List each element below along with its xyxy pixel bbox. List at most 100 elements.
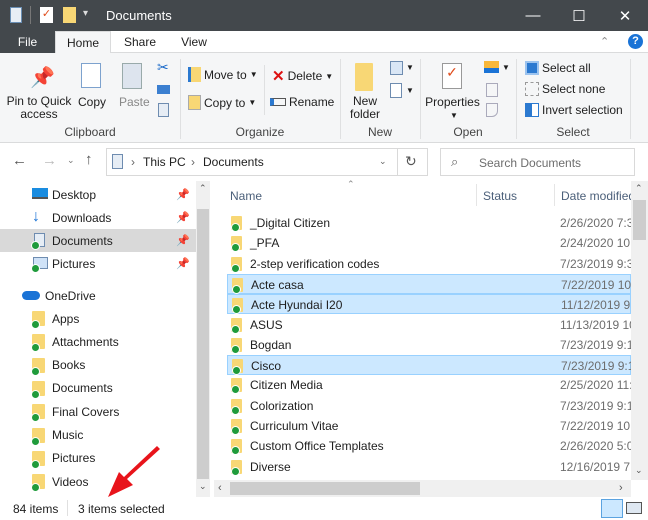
back-button[interactable]: ← [12,152,27,169]
new-folder-qat-icon[interactable] [63,7,76,23]
file-row[interactable]: Diverse 12/16/2019 7:2 [227,457,631,477]
nav-item-onedrive[interactable]: OneDrive [0,284,196,307]
tab-file[interactable]: File [0,31,55,53]
file-row[interactable]: ASUS 11/13/2019 10 [227,315,631,335]
scrollbar-thumb[interactable] [197,209,209,479]
minimize-button[interactable]: — [510,0,556,31]
nav-scrollbar[interactable]: ⌃ ⌄ [196,181,210,497]
close-button[interactable]: ✕ [602,0,648,31]
new-folder-button[interactable]: New folder [346,95,384,121]
file-row[interactable]: Custom Office Templates 2/26/2020 5:01 [227,436,631,456]
nav-item-onedrive-folder[interactable]: Music [0,424,196,447]
nav-item-documents[interactable]: Documents 📌 [0,229,196,252]
scroll-right-icon[interactable]: › [619,482,623,494]
recent-locations-button[interactable]: ⌄ [67,155,75,166]
select-all-button[interactable]: Select all [525,61,591,75]
breadcrumb-separator[interactable]: › [191,155,195,169]
nav-item-onedrive-folder[interactable]: Final Covers [0,400,196,423]
copy-to-button[interactable]: Copy to ▼ [188,95,256,110]
sync-check-icon [231,466,240,476]
pin-icon[interactable]: 📌 [176,257,190,270]
pin-to-quick-access-button[interactable]: Pin to Quick access [4,95,74,121]
file-row[interactable]: Colorization 7/23/2019 9:14 [227,396,631,416]
nav-item-onedrive-folder[interactable]: Pictures [0,447,196,470]
refresh-icon[interactable]: ↻ [405,153,417,170]
file-row[interactable]: 2-step verification codes 7/23/2019 9:35 [227,254,631,274]
tab-share[interactable]: Share [112,31,168,53]
column-header-status[interactable]: Status [483,189,517,203]
invert-selection-icon [525,103,539,117]
history-icon[interactable] [486,103,498,117]
properties-qat-icon[interactable]: ✓ [40,7,53,23]
nav-item-onedrive-folder[interactable]: Videos [0,470,196,493]
details-view-button[interactable] [601,499,623,518]
nav-item-downloads[interactable]: ↓ Downloads 📌 [0,206,196,229]
copy-path-icon[interactable] [157,85,170,94]
nav-item-onedrive-folder[interactable]: Apps [0,307,196,330]
delete-button[interactable]: ✕ Delete ▼ [272,67,333,85]
scroll-left-icon[interactable]: ‹ [218,482,222,494]
breadcrumb-separator[interactable]: › [131,155,135,169]
breadcrumb-this-pc[interactable]: This PC [143,155,186,169]
sort-ascending-icon: ⌃ [347,179,355,189]
properties-button[interactable]: Properties [425,95,480,109]
rename-button[interactable]: Rename [270,95,334,109]
copy-button[interactable]: Copy [78,95,106,109]
list-vertical-scrollbar[interactable]: ⌃ ⌄ [631,181,648,480]
paste-shortcut-icon[interactable] [158,103,169,117]
large-icons-view-button[interactable] [626,502,642,514]
pin-icon[interactable]: 📌 [176,211,190,224]
file-row[interactable]: Acte casa 7/22/2019 10:5 [227,273,632,294]
nav-item-desktop[interactable]: Desktop 📌 [0,183,196,206]
list-horizontal-scrollbar[interactable]: ‹ › [214,480,631,497]
column-header-name[interactable]: Name [230,189,262,203]
pin-icon[interactable]: 📌 [176,234,190,247]
open-icon[interactable] [484,61,499,73]
maximize-button[interactable]: ☐ [556,0,602,31]
move-to-button[interactable]: Move to ▼ [188,67,258,82]
nav-item-pictures[interactable]: Pictures 📌 [0,252,196,275]
tab-home[interactable]: Home [55,31,111,54]
pin-icon[interactable]: 📌 [176,188,190,201]
scrollbar-thumb[interactable] [633,200,646,240]
nav-label: Documents [52,233,113,248]
search-input[interactable]: Search Documents [479,156,581,170]
file-row[interactable]: Acte Hyundai I20 11/12/2019 9:1 [227,294,632,315]
forward-button[interactable]: → [42,152,57,169]
item-count: 84 items [13,502,59,516]
nav-item-onedrive-folder[interactable]: Attachments [0,330,196,353]
nav-item-onedrive-folder[interactable]: Books [0,354,196,377]
cut-icon[interactable]: ✂ [157,59,169,76]
file-row[interactable]: _Digital Citizen 2/26/2020 7:34 [227,213,631,233]
column-header-date-modified[interactable]: Date modified [561,189,631,203]
invert-selection-button[interactable]: Invert selection [525,103,623,117]
file-row[interactable]: _PFA 2/24/2020 10:1 [227,233,631,253]
file-row[interactable]: Bogdan 7/23/2019 9:12 [227,335,631,355]
search-box[interactable]: ⌕ Search Documents [440,148,635,176]
up-button[interactable]: ↑ [85,151,93,168]
scroll-down-icon[interactable]: ⌄ [635,465,643,476]
address-bar[interactable]: › This PC › Documents ⌄ ↻ [106,148,428,176]
help-icon[interactable]: ? [628,34,643,49]
tab-view[interactable]: View [168,31,220,53]
scroll-up-icon[interactable]: ⌃ [635,183,643,194]
file-row[interactable]: Citizen Media 2/25/2020 11:3 [227,375,631,395]
paste-button[interactable]: Paste [119,95,150,109]
chevron-down-icon: ▼ [325,71,334,81]
breadcrumb-documents[interactable]: Documents [203,155,264,169]
file-row[interactable]: Cisco 7/23/2019 9:12 [227,355,632,376]
select-none-button[interactable]: Select none [525,82,605,96]
collapse-ribbon-icon[interactable]: ⌃ [600,35,609,48]
file-row[interactable]: Curriculum Vitae 7/22/2019 10:5 [227,416,631,436]
selected-count: 3 items selected [78,502,165,516]
new-item-icon[interactable] [390,61,403,75]
scroll-down-icon[interactable]: ⌄ [199,481,207,492]
edit-icon[interactable] [486,83,498,97]
nav-item-onedrive-folder[interactable]: Documents [0,377,196,400]
easy-access-icon[interactable] [390,83,402,98]
qat-dropdown-icon[interactable]: ▾ [83,8,88,19]
divider [554,184,555,206]
address-dropdown-icon[interactable]: ⌄ [379,156,387,167]
scroll-up-icon[interactable]: ⌃ [199,183,207,194]
scrollbar-thumb[interactable] [230,482,420,495]
